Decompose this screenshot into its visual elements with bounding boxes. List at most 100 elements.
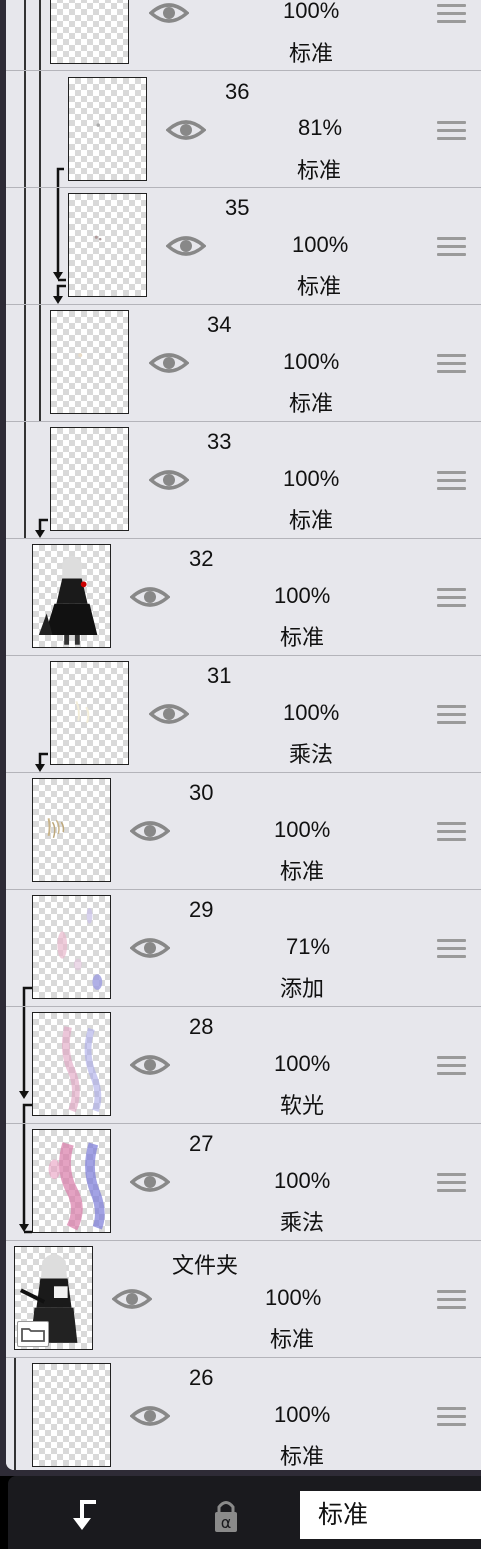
folder-guide-line bbox=[24, 71, 26, 187]
clipping-arrow-icon bbox=[35, 752, 48, 772]
drag-handle-icon[interactable] bbox=[437, 354, 466, 374]
folder-icon bbox=[17, 1321, 49, 1347]
eye-icon[interactable] bbox=[130, 584, 170, 610]
layer-blend-mode: 添加 bbox=[280, 976, 325, 1001]
layer-panel: 100% 标准 36 81% 标准 35 100% 标准 34 100% 标准 … bbox=[6, 0, 481, 1470]
layer-thumbnail[interactable] bbox=[32, 1012, 111, 1116]
layer-name: 28 bbox=[189, 1014, 214, 1039]
layer-blend-mode: 软光 bbox=[280, 1093, 325, 1118]
drag-handle-icon[interactable] bbox=[437, 1056, 466, 1076]
layer-thumbnail[interactable] bbox=[50, 310, 129, 414]
eye-icon[interactable] bbox=[112, 1286, 152, 1312]
layer-name: 30 bbox=[189, 780, 214, 805]
layer-blend-mode: 标准 bbox=[280, 859, 325, 884]
layer-row[interactable]: 33 100% 标准 bbox=[6, 422, 481, 539]
clipping-arrow-icon bbox=[19, 1007, 29, 1099]
layer-thumbnail[interactable] bbox=[32, 895, 111, 999]
layer-row[interactable]: 100% 标准 bbox=[6, 0, 481, 71]
alpha-symbol: α bbox=[221, 1513, 232, 1532]
layer-blend-mode: 标准 bbox=[270, 1327, 315, 1352]
eye-icon[interactable] bbox=[166, 117, 206, 143]
folder-name: 文件夹 bbox=[172, 1253, 239, 1278]
layer-thumbnail[interactable] bbox=[32, 544, 111, 648]
eye-icon[interactable] bbox=[130, 1169, 170, 1195]
layer-opacity: 100% bbox=[274, 817, 331, 842]
drag-handle-icon[interactable] bbox=[437, 237, 466, 257]
layer-row[interactable]: 34 100% 标准 bbox=[6, 305, 481, 422]
layer-thumbnail[interactable] bbox=[32, 1363, 111, 1467]
drag-handle-icon[interactable] bbox=[437, 4, 466, 24]
folder-guide-line bbox=[39, 188, 41, 304]
eye-icon[interactable] bbox=[166, 233, 206, 259]
eye-icon[interactable] bbox=[130, 935, 170, 961]
drag-handle-icon[interactable] bbox=[437, 1290, 466, 1310]
layer-row[interactable]: 36 81% 标准 bbox=[6, 71, 481, 188]
layer-thumbnail[interactable] bbox=[32, 1129, 111, 1233]
folder-guide-line bbox=[24, 0, 26, 70]
layer-opacity: 100% bbox=[274, 1168, 331, 1193]
eye-icon[interactable] bbox=[149, 350, 189, 376]
layer-row[interactable]: 28 100% 软光 bbox=[6, 1007, 481, 1124]
layer-name: 34 bbox=[207, 312, 232, 337]
layer-opacity: 71% bbox=[286, 934, 331, 959]
drag-handle-icon[interactable] bbox=[437, 822, 466, 842]
drag-handle-icon[interactable] bbox=[437, 1173, 466, 1193]
layer-opacity: 100% bbox=[283, 700, 340, 725]
folder-thumbnail[interactable] bbox=[14, 1246, 93, 1350]
eye-icon[interactable] bbox=[130, 1403, 170, 1429]
layer-blend-mode: 乘法 bbox=[280, 1210, 325, 1235]
drag-handle-icon[interactable] bbox=[437, 705, 466, 725]
clipping-arrow-icon bbox=[19, 1124, 32, 1234]
clip-arrow-icon[interactable] bbox=[66, 1498, 102, 1532]
layer-opacity: 100% bbox=[274, 583, 331, 608]
layer-bottom-bar: α 标准 bbox=[0, 1476, 481, 1549]
drag-handle-icon[interactable] bbox=[437, 588, 466, 608]
layer-thumbnail[interactable] bbox=[32, 778, 111, 882]
layer-name: 26 bbox=[189, 1365, 214, 1390]
folder-guide-line bbox=[39, 71, 41, 187]
layer-bottom-bar-inner: α 标准 bbox=[8, 1476, 481, 1549]
layer-row[interactable]: 26 100% 标准 bbox=[6, 1358, 481, 1470]
alpha-lock-icon[interactable]: α bbox=[206, 1496, 246, 1536]
folder-guide-line bbox=[24, 188, 26, 304]
layer-name: 32 bbox=[189, 546, 214, 571]
blend-mode-select[interactable]: 标准 bbox=[300, 1491, 481, 1539]
layer-row[interactable]: 30 100% 标准 bbox=[6, 773, 481, 890]
eye-icon[interactable] bbox=[149, 467, 189, 493]
layer-opacity: 100% bbox=[274, 1402, 331, 1427]
layer-row[interactable]: 27 100% 乘法 bbox=[6, 1124, 481, 1241]
layer-thumbnail[interactable] bbox=[50, 0, 129, 64]
eye-icon[interactable] bbox=[130, 1052, 170, 1078]
layer-name: 29 bbox=[189, 897, 214, 922]
folder-row[interactable]: 文件夹 100% 标准 bbox=[6, 1241, 481, 1358]
layer-opacity: 100% bbox=[283, 0, 340, 23]
drag-handle-icon[interactable] bbox=[437, 471, 466, 491]
layer-blend-mode: 标准 bbox=[297, 158, 342, 183]
layer-thumbnail[interactable] bbox=[68, 193, 147, 297]
layer-opacity: 100% bbox=[283, 349, 340, 374]
clipping-arrow-icon bbox=[22, 986, 32, 1006]
folder-guide-line bbox=[39, 305, 41, 421]
layer-row[interactable]: 31 100% 乘法 bbox=[6, 656, 481, 773]
layer-opacity: 100% bbox=[274, 1051, 331, 1076]
eye-icon[interactable] bbox=[149, 701, 189, 727]
eye-icon[interactable] bbox=[130, 818, 170, 844]
clipping-arrow-icon bbox=[56, 167, 64, 187]
layer-thumbnail[interactable] bbox=[68, 77, 147, 181]
layer-thumbnail[interactable] bbox=[50, 661, 129, 765]
clipping-arrow-icon bbox=[22, 1103, 32, 1123]
layer-opacity: 100% bbox=[283, 466, 340, 491]
layer-row[interactable]: 32 100% 标准 bbox=[6, 539, 481, 656]
drag-handle-icon[interactable] bbox=[437, 121, 466, 141]
layer-row[interactable]: 29 71% 添加 bbox=[6, 890, 481, 1007]
layer-blend-mode: 标准 bbox=[297, 274, 342, 299]
layer-row[interactable]: 35 100% 标准 bbox=[6, 188, 481, 305]
clipping-arrow-icon bbox=[35, 518, 48, 538]
layer-thumbnail[interactable] bbox=[50, 427, 129, 531]
clipping-arrow-icon bbox=[53, 284, 66, 304]
eye-icon[interactable] bbox=[149, 0, 189, 26]
drag-handle-icon[interactable] bbox=[437, 939, 466, 959]
folder-guide-line bbox=[39, 0, 41, 70]
drag-handle-icon[interactable] bbox=[437, 1407, 466, 1427]
layer-name: 35 bbox=[225, 195, 250, 220]
